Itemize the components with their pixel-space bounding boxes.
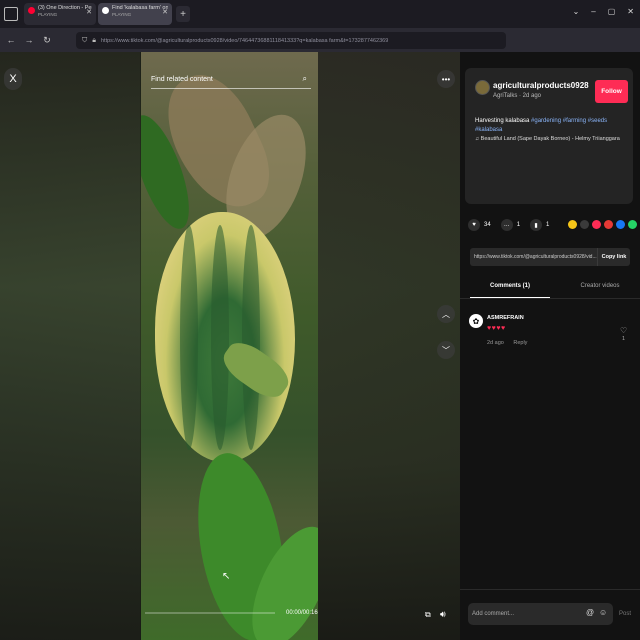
forward-icon[interactable]: → (22, 35, 36, 45)
maximize-icon[interactable]: ▢ (608, 7, 616, 16)
copy-link-row: https://www.tiktok.com/@agriculturalprod… (470, 248, 630, 266)
avatar[interactable] (475, 80, 490, 95)
embed-icon[interactable] (568, 220, 577, 229)
browser-tab-youtube[interactable]: (3) One Direction - Perfect (Of PLAYING … (24, 3, 96, 25)
video-progress-bar[interactable] (145, 612, 275, 614)
search-placeholder: Find related content (151, 76, 213, 83)
music-note-icon: ♫ (475, 136, 480, 142)
address-bar[interactable]: ⛉ 🔒︎ https://www.tiktok.com/@agricultura… (76, 32, 506, 49)
comment-text: ♥♥♥♥ (487, 325, 506, 332)
comment-like-button[interactable]: ♡ 1 (620, 326, 627, 342)
post-caption: Harvesting kalabasa #gardening #farming … (475, 117, 630, 135)
video-player[interactable] (141, 52, 318, 640)
close-tab-icon[interactable]: ✕ (86, 9, 92, 16)
comment-placeholder: Add comment... (472, 611, 515, 617)
send-icon[interactable] (592, 220, 601, 229)
post-info-card: agriculturalproducts0928 AgriTalks · 2d … (465, 68, 633, 204)
volume-icon[interactable]: 🔊︎ (440, 609, 446, 620)
emoji-icon[interactable]: ☺ (599, 608, 607, 617)
mouse-cursor-icon: ↖ (222, 571, 231, 582)
lock-icon[interactable]: 🔒︎ (92, 37, 96, 45)
browser-tab-tiktok[interactable]: Find 'kalabasa farm' on TikTok PLAYING ✕ (98, 3, 172, 25)
picture-in-picture-icon[interactable]: ⧉ (425, 610, 431, 620)
chevron-down-icon[interactable]: ⌄ (573, 7, 580, 16)
facebook-icon[interactable] (616, 220, 625, 229)
hashtag-link[interactable]: #farming (563, 118, 586, 124)
add-comment-input[interactable]: Add comment... @ ☺ (468, 603, 613, 625)
browser-tab-bar: (3) One Direction - Perfect (Of PLAYING … (0, 0, 640, 28)
tab-comments[interactable]: Comments (1) (470, 274, 550, 298)
caption-text: Harvesting kalabasa (475, 118, 530, 124)
save-count: 1 (546, 222, 550, 228)
mention-icon[interactable]: @ (586, 608, 594, 617)
comment-count: 1 (516, 222, 521, 228)
minimize-icon[interactable]: – (591, 7, 595, 16)
video-timecode: 00:00/00:16 (286, 610, 318, 616)
comment-time: 2d ago (487, 340, 504, 346)
follow-button[interactable]: Follow (595, 80, 628, 103)
post-actions: ♥ 34 … 1 ▮ 1 (468, 219, 559, 231)
comments-tabs: Comments (1) Creator videos (460, 274, 640, 299)
close-tab-icon[interactable]: ✕ (162, 9, 168, 16)
video-details-panel: agriculturalproducts0928 AgriTalks · 2d … (460, 52, 640, 640)
tab-subtitle: PLAYING (112, 12, 132, 17)
heart-outline-icon: ♡ (620, 326, 628, 335)
reload-icon[interactable]: ↻ (40, 35, 54, 46)
post-username[interactable]: agriculturalproducts0928 (493, 81, 589, 90)
comment-icon[interactable]: … (500, 219, 513, 231)
video-blur-backdrop (0, 52, 140, 640)
reply-button[interactable]: Reply (513, 340, 527, 346)
url-text: https://www.tiktok.com/@agriculturalprod… (100, 37, 389, 44)
comment-like-count: 1 (622, 336, 626, 342)
tab-title: Find 'kalabasa farm' on TikTok (112, 5, 168, 11)
hashtag-link[interactable]: #gardening (531, 118, 561, 124)
new-tab-button[interactable]: + (176, 6, 190, 22)
tiktok-favicon-icon (102, 7, 109, 14)
previous-video-button[interactable]: ︿ (437, 305, 455, 323)
close-window-icon[interactable]: ✕ (627, 7, 634, 16)
music-link[interactable]: ♫ Beautiful Land (Sape Dayak Borneo) - H… (475, 136, 620, 142)
heart-icon[interactable]: ♥ (468, 219, 480, 231)
video-stage (0, 52, 460, 640)
next-video-button[interactable]: ﹀ (437, 341, 455, 359)
like-count: 34 (484, 222, 491, 228)
share-icons: ➦ (568, 220, 640, 229)
share-link-text[interactable]: https://www.tiktok.com/@agriculturalprod… (470, 254, 597, 260)
hashtag-link[interactable]: #kalabasa (475, 127, 502, 133)
tab-creator-videos[interactable]: Creator videos (560, 274, 640, 298)
post-comment-button[interactable]: Post (619, 611, 631, 617)
tab-title: (3) One Direction - Perfect (Of (38, 5, 92, 11)
back-icon[interactable]: ← (4, 35, 18, 45)
repost-icon[interactable] (580, 220, 589, 229)
youtube-favicon-icon (28, 7, 35, 14)
more-options-button[interactable]: ••• (437, 70, 455, 88)
comment-composer: Add comment... @ ☺ Post (460, 589, 640, 640)
tab-list-icon[interactable] (4, 7, 18, 21)
related-search-input[interactable]: Find related content ⌕ (151, 71, 311, 89)
hashtag-link[interactable]: #seeds (588, 118, 607, 124)
commenter-name[interactable]: ASMREFRAIN (487, 315, 524, 321)
close-video-button[interactable]: X (4, 68, 22, 90)
commenter-avatar[interactable]: ✿ (469, 314, 483, 328)
chevron-down-icon: ﹀ (442, 345, 450, 355)
search-icon[interactable]: ⌕ (303, 74, 307, 84)
bookmark-icon[interactable]: ▮ (530, 219, 543, 231)
copy-link-button[interactable]: Copy link (597, 248, 630, 266)
music-title: Beautiful Land (Sape Dayak Borneo) - Hel… (480, 136, 620, 142)
chevron-up-icon: ︿ (442, 309, 450, 319)
video-frame-squash (155, 212, 295, 462)
window-controls: ⌄ – ▢ ✕ (573, 7, 634, 16)
comment-meta: 2d ago Reply (487, 340, 527, 346)
share-app-icon[interactable] (604, 220, 613, 229)
shield-icon[interactable]: ⛉ (82, 37, 87, 45)
whatsapp-icon[interactable] (628, 220, 637, 229)
post-meta: AgriTalks · 2d ago (493, 93, 542, 99)
tab-subtitle: PLAYING (38, 12, 58, 17)
browser-nav-bar: ← → ↻ ⛉ 🔒︎ https://www.tiktok.com/@agric… (0, 28, 640, 72)
